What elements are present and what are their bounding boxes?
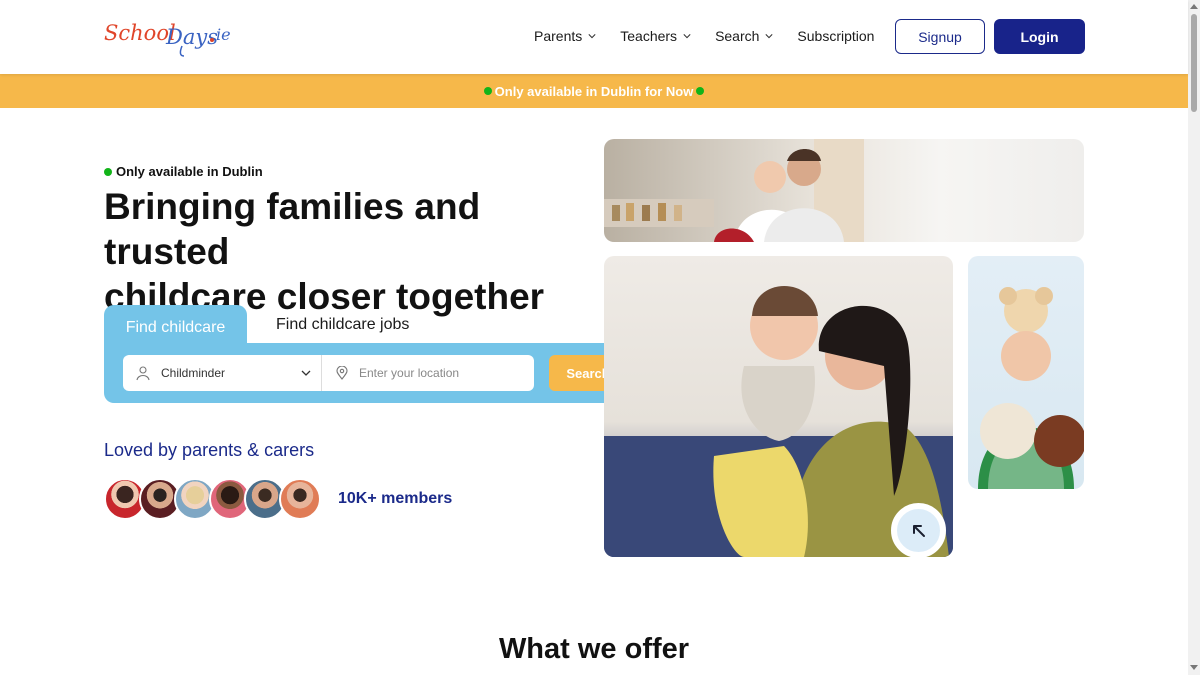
availability-banner: Only available in Dublin for Now: [0, 74, 1188, 108]
father-baby-photo: [604, 139, 864, 242]
child-teddies-photo: [978, 287, 1084, 489]
chevron-down-icon: [765, 34, 773, 39]
location-pin-icon: [336, 366, 348, 380]
location-field[interactable]: [331, 355, 531, 391]
childcare-type-value: Childminder: [161, 366, 226, 380]
status-dot-icon: [483, 87, 492, 95]
scroll-thumb[interactable]: [1191, 14, 1197, 112]
nav-subscription-label: Subscription: [797, 28, 875, 44]
hero-image-father-baby: [604, 139, 1084, 242]
nav-subscription[interactable]: Subscription: [797, 28, 874, 44]
person-icon: [136, 366, 150, 381]
chevron-down-icon: [301, 370, 311, 376]
location-input[interactable]: [359, 366, 529, 380]
scrollbar[interactable]: [1188, 0, 1200, 675]
nav-parents[interactable]: Parents: [534, 28, 596, 44]
search-panel: Childminder Search: [104, 343, 646, 403]
site-logo[interactable]: School Days ie: [104, 14, 234, 58]
availability-note: Only available in Dublin: [104, 164, 263, 179]
hero-image-child-teddies: [968, 256, 1084, 489]
scroll-down-arrow[interactable]: [1190, 665, 1198, 670]
nav-teachers-label: Teachers: [620, 28, 678, 44]
member-avatars: [104, 478, 321, 522]
childcare-type-select[interactable]: Childminder: [123, 355, 322, 391]
svg-text:ie: ie: [216, 25, 231, 44]
signup-button[interactable]: Signup: [895, 19, 985, 54]
scroll-up-arrow[interactable]: [1190, 4, 1198, 9]
hero-title: Bringing families and trusted childcare …: [104, 184, 594, 319]
avatar: [279, 478, 321, 520]
logo-wordmark: School Days ie: [104, 21, 231, 57]
svg-text:Days: Days: [165, 25, 218, 49]
main-nav: Parents Teachers Search Subscription: [534, 28, 898, 44]
chevron-down-icon: [683, 34, 691, 39]
nav-parents-label: Parents: [534, 28, 583, 44]
expand-button[interactable]: [891, 503, 946, 558]
banner-text: Only available in Dublin for Now: [494, 83, 694, 99]
tab-find-childcare-jobs[interactable]: Find childcare jobs: [262, 305, 442, 345]
section-title-what-we-offer: What we offer: [498, 633, 690, 665]
nav-search[interactable]: Search: [715, 28, 773, 44]
nav-search-label: Search: [715, 28, 760, 44]
members-count: 10K+ members: [338, 490, 453, 507]
status-dot-icon: [104, 167, 112, 176]
status-dot-icon: [696, 87, 705, 95]
svg-text:School: School: [104, 21, 176, 45]
chevron-down-icon: [588, 34, 596, 39]
page: School Days ie Parents Teachers Search S: [0, 0, 1200, 675]
hero-title-line1: Bringing families and trusted: [104, 186, 481, 272]
nav-teachers[interactable]: Teachers: [620, 28, 691, 44]
arrow-up-left-icon: [912, 524, 925, 537]
availability-text: Only available in Dublin: [116, 164, 263, 179]
search-fields: Childminder: [123, 355, 534, 391]
login-button[interactable]: Login: [994, 19, 1085, 54]
loved-heading: Loved by parents & carers: [104, 440, 315, 460]
site-header: School Days ie Parents Teachers Search S: [0, 0, 1188, 74]
